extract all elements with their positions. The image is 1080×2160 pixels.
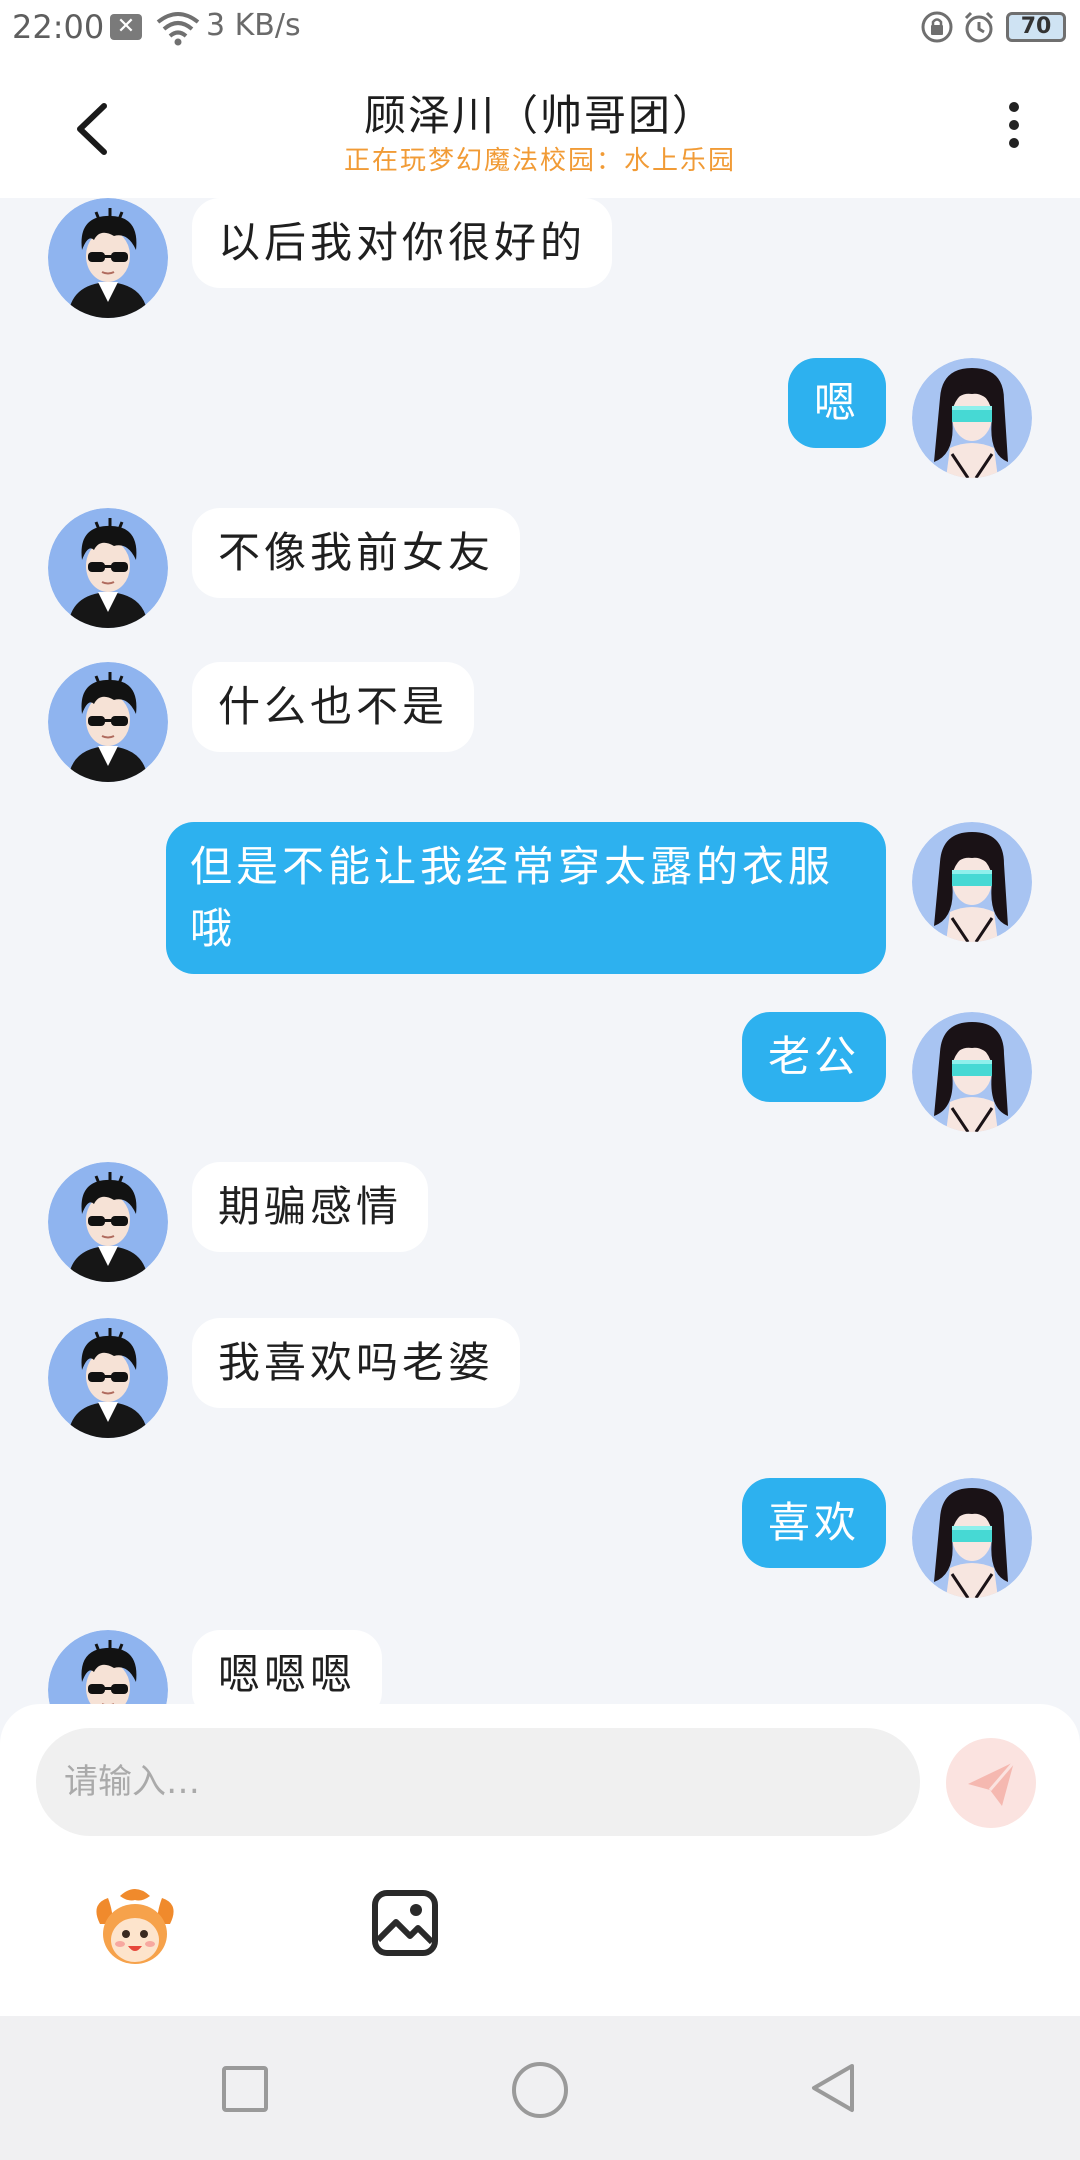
received-message-bubble[interactable]: 嗯嗯嗯 xyxy=(192,1630,383,1704)
received-message-bubble[interactable]: 我喜欢吗老婆 xyxy=(192,1318,521,1408)
my-avatar[interactable] xyxy=(912,1478,1032,1598)
message-row: 期骗感情 xyxy=(0,1162,1080,1282)
message-row: 老公 xyxy=(0,1012,1080,1132)
message-row: 嗯嗯嗯 xyxy=(0,1630,1080,1704)
contact-avatar[interactable] xyxy=(48,1162,168,1282)
message-list[interactable]: 以后我对你很好的嗯不像我前女友 什么也不是但是不能让我经常穿太露的衣服哦老公期骗感… xyxy=(0,198,1080,1704)
mascot-emoji-icon[interactable] xyxy=(90,1884,180,1974)
sent-message-bubble[interactable]: 喜欢 xyxy=(741,1478,886,1568)
contact-avatar[interactable] xyxy=(48,662,168,782)
received-message-bubble[interactable]: 什么也不是 xyxy=(192,662,475,752)
wifi-icon xyxy=(156,12,200,46)
my-avatar[interactable] xyxy=(912,1012,1032,1132)
contact-name: 顾泽川（帅哥团） xyxy=(363,91,716,140)
alarm-icon xyxy=(964,11,994,43)
message-row: 喜欢 xyxy=(0,1478,1080,1598)
my-avatar[interactable] xyxy=(912,358,1032,478)
status-bar: 22:00 ✕ 3 KB/s 70 xyxy=(0,0,1080,56)
contact-status: 正在玩梦幻魔法校园：水上乐园 xyxy=(343,146,736,176)
sent-message-bubble[interactable]: 嗯 xyxy=(787,358,886,448)
more-options-icon[interactable] xyxy=(996,94,1032,164)
message-row: 什么也不是 xyxy=(0,662,1080,782)
contact-avatar[interactable] xyxy=(48,198,168,318)
message-input[interactable] xyxy=(36,1728,920,1836)
sent-message-bubble[interactable]: 但是不能让我经常穿太露的衣服哦 xyxy=(166,822,886,974)
contact-avatar[interactable] xyxy=(48,1318,168,1438)
home-button[interactable] xyxy=(512,2062,568,2118)
sent-message-bubble[interactable]: 老公 xyxy=(741,1012,886,1102)
chat-screen: 22:00 ✕ 3 KB/s 70 顾泽川（帅哥团） 正在玩梦幻魔法校园：水上乐… xyxy=(0,0,1080,2160)
message-row: 我喜欢吗老婆 xyxy=(0,1318,1080,1438)
system-nav-bar xyxy=(0,2016,1080,2160)
message-row: 不像我前女友 xyxy=(0,508,1080,628)
send-icon xyxy=(968,1761,1016,1806)
system-back-button[interactable] xyxy=(808,2060,858,2116)
recent-apps-button[interactable] xyxy=(222,2066,268,2112)
status-time: 22:00 xyxy=(12,8,105,46)
message-row: 以后我对你很好的 xyxy=(0,198,1080,318)
input-panel xyxy=(0,1704,1080,2016)
battery-indicator: 70 xyxy=(1006,12,1066,42)
received-message-bubble[interactable]: 以后我对你很好的 xyxy=(192,198,613,288)
received-message-bubble[interactable]: 期骗感情 xyxy=(192,1162,429,1252)
send-button[interactable] xyxy=(946,1738,1036,1828)
contact-avatar[interactable] xyxy=(48,508,168,628)
image-icon[interactable] xyxy=(370,1888,440,1958)
rotation-lock-icon xyxy=(921,11,953,43)
network-speed: 3 KB/s xyxy=(206,8,301,43)
chat-header: 顾泽川（帅哥团） 正在玩梦幻魔法校园：水上乐园 xyxy=(0,56,1080,198)
message-row: 嗯 xyxy=(0,358,1080,478)
message-row: 但是不能让我经常穿太露的衣服哦 xyxy=(0,822,1080,976)
contact-avatar[interactable] xyxy=(48,1630,168,1704)
received-message-bubble[interactable]: 不像我前女友 xyxy=(192,508,521,598)
close-box-icon: ✕ xyxy=(110,14,142,40)
my-avatar[interactable] xyxy=(912,822,1032,942)
